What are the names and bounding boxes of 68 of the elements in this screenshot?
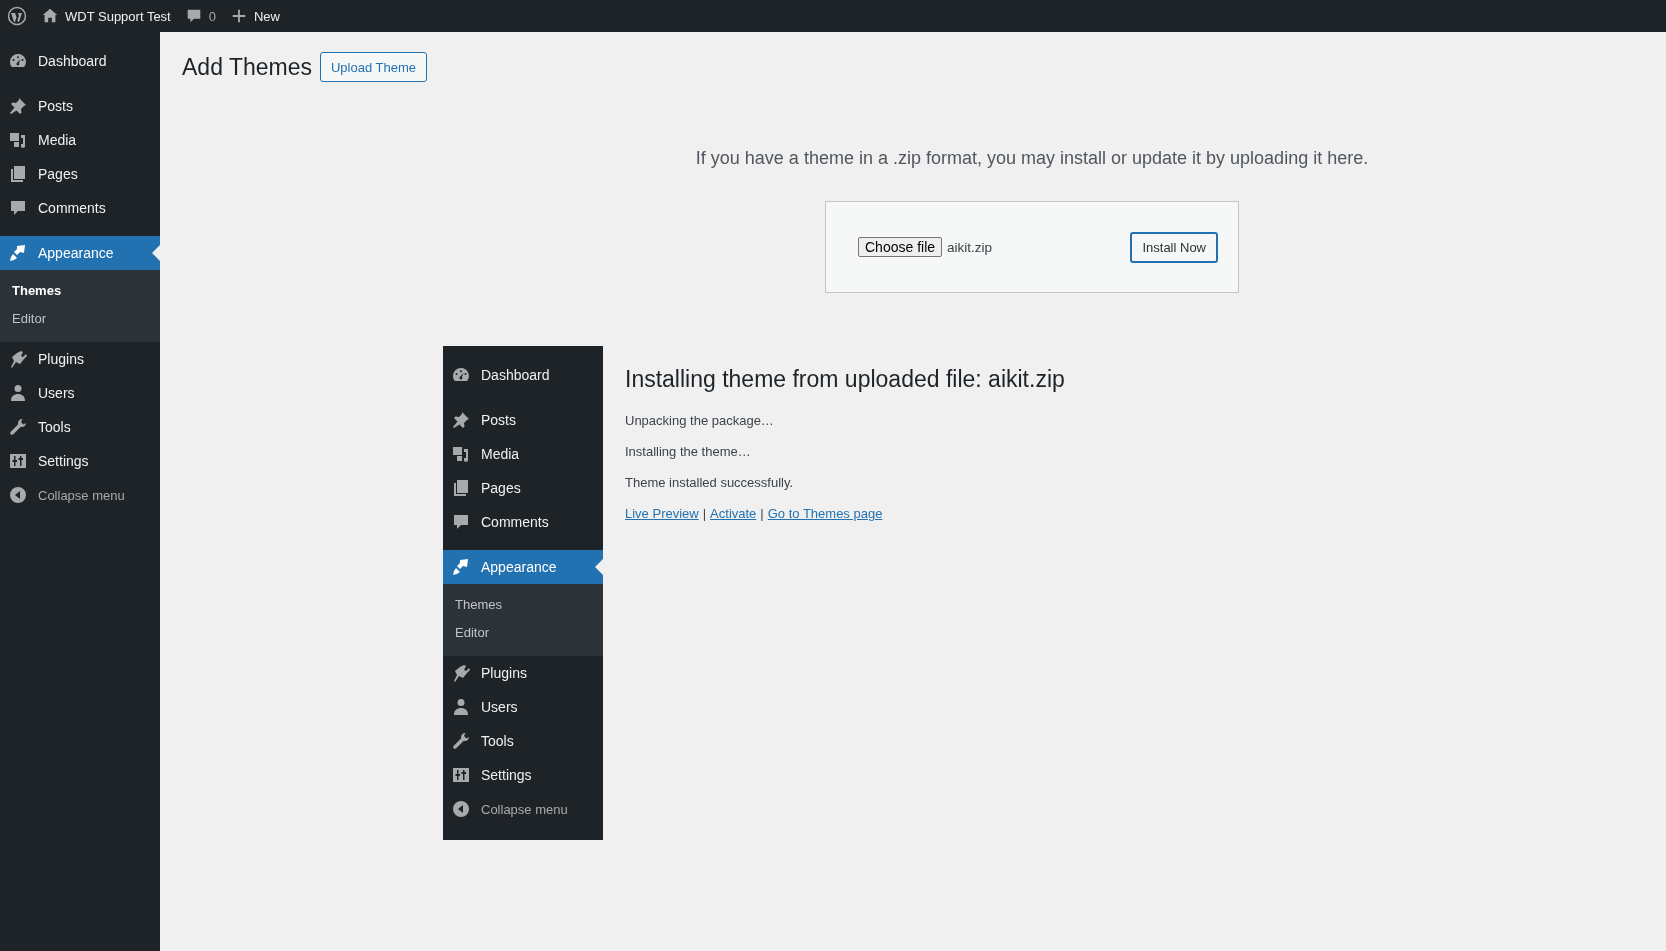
media-icon <box>451 444 471 464</box>
link-separator: | <box>760 506 764 521</box>
upload-theme-button[interactable]: Upload Theme <box>320 52 428 82</box>
comments-link[interactable]: 0 <box>184 7 216 25</box>
choose-file-button[interactable]: Choose file <box>858 237 943 257</box>
install-heading: Installing theme from uploaded file: aikit.zip <box>625 366 1065 393</box>
menu-item[interactable]: Media <box>443 437 603 471</box>
menu-item[interactable]: Pages <box>0 157 160 191</box>
pushpin-icon <box>8 96 28 116</box>
menu-item[interactable]: Users <box>0 376 160 410</box>
menu-item[interactable]: Posts <box>443 403 603 437</box>
collapse-icon <box>451 799 471 819</box>
sliders-icon <box>8 451 28 471</box>
pushpin-icon <box>451 410 471 430</box>
paintbrush-icon <box>8 243 28 263</box>
sliders-icon <box>451 765 471 785</box>
speech-bubble-icon <box>8 198 28 218</box>
menu-item[interactable]: Media <box>0 123 160 157</box>
menu-item[interactable]: Tools <box>0 410 160 444</box>
upload-instructions: If you have a theme in a .zip format, you may install or update it by uploading it here. <box>694 148 1370 169</box>
menu-item[interactable]: Comments <box>443 505 603 539</box>
menu-item[interactable]: Appearance <box>0 236 160 270</box>
media-icon <box>8 130 28 150</box>
wordpress-logo-icon[interactable] <box>7 6 27 26</box>
status-message: Unpacking the package… <box>625 413 775 428</box>
new-link[interactable]: New <box>229 7 280 25</box>
submenu-item[interactable]: Editor <box>443 619 603 647</box>
action-link[interactable]: Activate <box>710 506 757 521</box>
plug-icon <box>451 663 471 683</box>
menu-item[interactable]: Posts <box>0 89 160 123</box>
pages-icon <box>451 478 471 498</box>
link-separator: | <box>702 506 707 521</box>
status-message: Installing the theme… <box>625 444 752 459</box>
menu-item[interactable]: Plugins <box>443 656 603 690</box>
menu-pointer-icon <box>595 559 603 575</box>
menu-item[interactable]: Tools <box>443 724 603 758</box>
menu-item[interactable]: Dashboard <box>443 358 603 392</box>
pages-icon <box>8 164 28 184</box>
plug-icon <box>8 349 28 369</box>
menu-item[interactable]: Collapse menu <box>0 478 160 512</box>
install-now-button[interactable]: Install Now <box>1130 231 1218 263</box>
menu-item[interactable]: Collapse menu <box>443 792 603 826</box>
submenu-item[interactable]: Themes <box>443 591 603 619</box>
menu-item[interactable]: Pages <box>443 471 603 505</box>
wrench-icon <box>451 731 471 751</box>
user-icon <box>451 697 471 717</box>
menu-item[interactable]: Dashboard <box>0 44 160 78</box>
status-message: Theme installed successfully. <box>625 475 795 490</box>
site-name-link[interactable]: WDT Support Test <box>41 7 171 25</box>
home-icon <box>41 7 59 25</box>
menu-item[interactable]: Settings <box>0 444 160 478</box>
action-link[interactable]: Go to Themes page <box>767 506 883 521</box>
submenu-item[interactable]: Editor <box>0 305 160 333</box>
menu-item[interactable]: Plugins <box>0 342 160 376</box>
action-link[interactable]: Live Preview <box>625 506 699 521</box>
speech-bubble-icon <box>451 512 471 532</box>
menu-item[interactable]: Users <box>443 690 603 724</box>
paintbrush-icon <box>451 557 471 577</box>
menu-item[interactable]: Appearance <box>443 550 603 584</box>
wrench-icon <box>8 417 28 437</box>
page-title: Add Themes <box>182 53 312 81</box>
menu-pointer-icon <box>152 245 160 261</box>
menu-item[interactable]: Settings <box>443 758 603 792</box>
collapse-icon <box>8 485 28 505</box>
submenu-item[interactable]: Themes <box>0 277 160 305</box>
file-name: aikit.zip <box>947 239 994 255</box>
user-icon <box>8 383 28 403</box>
menu-item[interactable]: Comments <box>0 191 160 225</box>
